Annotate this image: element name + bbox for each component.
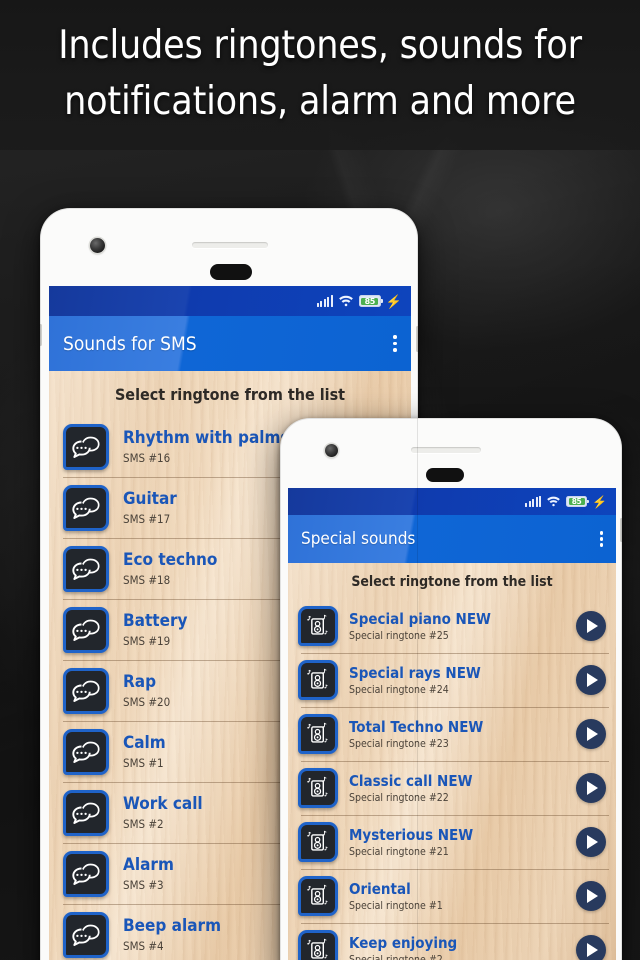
phone-b-app-bar: Special sounds [288, 515, 616, 563]
play-icon[interactable] [576, 935, 606, 960]
play-icon[interactable] [576, 881, 606, 911]
play-icon[interactable] [576, 773, 606, 803]
list-item-subtitle: Special ringtone #21 [349, 846, 449, 858]
lightning-bolt-icon: ⚡ [592, 494, 607, 509]
earpiece-grille [411, 447, 481, 453]
play-icon[interactable] [576, 827, 606, 857]
play-icon[interactable] [576, 665, 606, 695]
speaker-music-icon [298, 606, 338, 646]
phone-b-content: Select ringtone from the list Special pi… [288, 563, 616, 960]
chat-bubbles-icon [63, 667, 109, 714]
play-icon[interactable] [576, 611, 606, 641]
phone-b-title: Special sounds [301, 529, 416, 549]
phone-b-status-bar: 85 ⚡ [288, 488, 616, 515]
speaker-music-icon [298, 768, 338, 808]
chat-bubbles-icon [63, 606, 109, 653]
list-item[interactable]: Total Techno NEW Special ringtone #23 [288, 707, 616, 761]
front-camera-icon [90, 238, 105, 253]
battery-icon: 85 [358, 295, 383, 307]
speaker-music-icon [298, 930, 338, 960]
list-item-title: Mysterious NEW [349, 826, 474, 844]
list-item-texts: Total Techno NEW Special ringtone #23 [349, 718, 565, 750]
phone-side-button-right [416, 326, 418, 352]
battery-level-label: 85 [568, 497, 585, 506]
kebab-menu-icon[interactable] [393, 333, 397, 353]
headline-line-2: notifications, alarm and more [64, 79, 576, 124]
phone-b-screen: 85 ⚡ Special sounds Select ringtone from… [288, 488, 616, 960]
phone-b-side-button [620, 518, 622, 542]
list-item-title: Total Techno NEW [349, 718, 484, 736]
chat-bubbles-icon [63, 911, 109, 958]
speaker-music-icon [298, 714, 338, 754]
list-item-subtitle: Special ringtone #24 [349, 684, 449, 696]
list-item[interactable]: Special rays NEW Special ringtone #24 [288, 653, 616, 707]
phone-side-button-left [40, 324, 42, 346]
front-camera-icon [325, 444, 338, 457]
list-item-subtitle: Special ringtone #1 [349, 900, 443, 912]
chat-bubbles-icon [63, 545, 109, 592]
list-item-title: Special piano NEW [349, 610, 491, 628]
chat-bubbles-icon [63, 484, 109, 531]
list-item[interactable]: Classic call NEW Special ringtone #22 [288, 761, 616, 815]
lightning-bolt-icon: ⚡ [385, 293, 402, 309]
phone-b-ringtone-list: Special piano NEW Special ringtone #25 Spe… [288, 599, 616, 960]
list-item-texts: Mysterious NEW Special ringtone #21 [349, 826, 565, 858]
phone-mockup-front: 85 ⚡ Special sounds Select ringtone from… [280, 418, 622, 960]
battery-level-label: 85 [361, 297, 379, 306]
wifi-icon [338, 295, 354, 307]
list-item[interactable]: Special piano NEW Special ringtone #25 [288, 599, 616, 653]
kebab-menu-icon[interactable] [599, 530, 603, 548]
list-item[interactable]: Oriental Special ringtone #1 [288, 869, 616, 923]
chat-bubbles-icon [63, 728, 109, 775]
sensor-pill [426, 468, 464, 482]
list-item[interactable]: Keep enjoying Special ringtone #2 [288, 923, 616, 960]
speaker-music-icon [298, 822, 338, 862]
list-item-texts: Special piano NEW Special ringtone #25 [349, 610, 565, 642]
chat-bubbles-icon [63, 850, 109, 897]
list-item-texts: Classic call NEW Special ringtone #22 [349, 772, 565, 804]
battery-icon: 85 [566, 495, 590, 508]
list-item-title: Oriental [349, 880, 411, 898]
headline-line-1: Includes ringtones, sounds for [58, 23, 582, 68]
speaker-music-icon [298, 876, 338, 916]
list-item-subtitle: Special ringtone #22 [349, 792, 449, 804]
chat-bubbles-icon [63, 789, 109, 836]
play-icon[interactable] [576, 719, 606, 749]
phone-a-list-header: Select ringtone from the list [114, 385, 346, 404]
list-item-title: Classic call NEW [349, 772, 473, 790]
list-item-subtitle: Special ringtone #23 [349, 738, 449, 750]
list-item-title: Special rays NEW [349, 664, 481, 682]
list-item-subtitle: Special ringtone #2 [349, 954, 443, 960]
phone-a-app-bar: Sounds for SMS [49, 316, 411, 371]
phone-b-list-header: Select ringtone from the list [351, 574, 553, 590]
list-item-texts: Oriental Special ringtone #1 [349, 880, 565, 912]
phone-a-title: Sounds for SMS [63, 332, 197, 355]
chat-bubbles-icon [63, 423, 109, 470]
list-item-texts: Keep enjoying Special ringtone #2 [349, 934, 565, 960]
earpiece-grille [192, 242, 268, 248]
list-item-title: Keep enjoying [349, 934, 458, 952]
list-item-subtitle: Special ringtone #25 [349, 630, 449, 642]
promo-headline: Includes ringtones, sounds for notificat… [0, 18, 640, 130]
sensor-pill [210, 264, 252, 280]
list-item-texts: Special rays NEW Special ringtone #24 [349, 664, 565, 696]
speaker-music-icon [298, 660, 338, 700]
list-item[interactable]: Mysterious NEW Special ringtone #21 [288, 815, 616, 869]
wifi-icon [546, 496, 561, 507]
phone-a-status-bar: 85 ⚡ [49, 286, 411, 316]
cellular-signal-icon [316, 295, 333, 307]
cellular-signal-icon [525, 496, 542, 507]
